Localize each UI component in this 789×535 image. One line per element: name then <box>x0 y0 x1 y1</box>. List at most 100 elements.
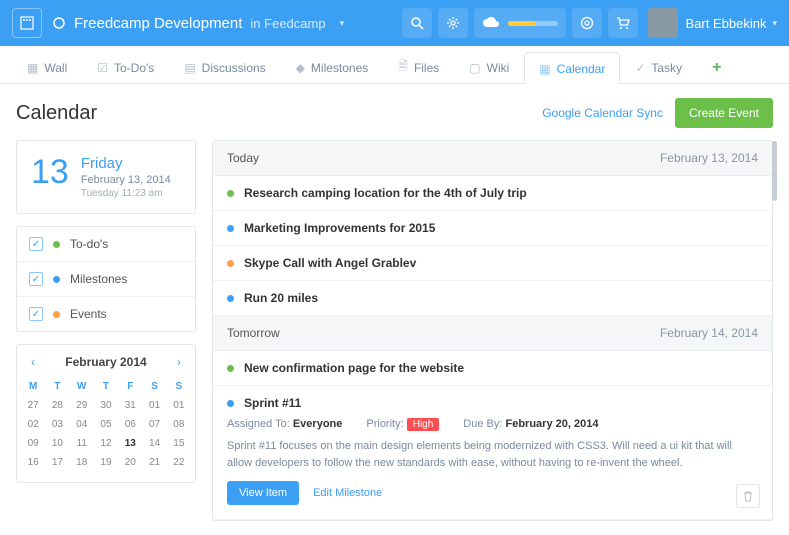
cal-day[interactable]: 19 <box>94 453 118 472</box>
next-month-button[interactable]: › <box>177 355 181 369</box>
cal-day[interactable]: 08 <box>167 415 191 434</box>
event-title: Skype Call with Angel Grablev <box>244 256 416 270</box>
event-item[interactable]: Run 20 miles <box>213 281 772 316</box>
tab-discussions[interactable]: ▤ Discussions <box>169 51 280 83</box>
tab-tasky[interactable]: ✓Tasky <box>620 51 697 83</box>
filter-events[interactable]: ✓Events <box>17 297 195 331</box>
tab-icon: ▤ <box>184 61 195 75</box>
cal-day[interactable]: 09 <box>21 434 45 453</box>
prev-month-button[interactable]: ‹ <box>31 355 35 369</box>
cal-day[interactable]: 14 <box>142 434 166 453</box>
filter-label: To-do's <box>70 237 108 251</box>
cal-day[interactable]: 18 <box>70 453 94 472</box>
cart-icon <box>616 16 630 30</box>
page-title: Calendar <box>16 102 97 125</box>
section-title: Today <box>227 151 259 165</box>
help-button[interactable] <box>572 8 602 38</box>
tab-todos[interactable]: ☑To-Do's <box>82 51 169 83</box>
cal-day[interactable]: 22 <box>167 453 191 472</box>
tab-wiki[interactable]: ▢Wiki <box>454 51 524 83</box>
cal-day[interactable]: 13 <box>118 434 142 453</box>
cal-day[interactable]: 01 <box>167 396 191 415</box>
cal-day[interactable]: 31 <box>118 396 142 415</box>
event-item[interactable]: Marketing Improvements for 2015 <box>213 211 772 246</box>
cal-day[interactable]: 06 <box>118 415 142 434</box>
tab-label: Wall <box>44 61 67 75</box>
cal-day[interactable]: 05 <box>94 415 118 434</box>
event-title: New confirmation page for the website <box>244 361 464 375</box>
section-date: February 14, 2014 <box>660 326 758 340</box>
cal-day[interactable]: 02 <box>21 415 45 434</box>
current-date-card: 13 Friday February 13, 2014 Tuesday 11:2… <box>16 140 196 214</box>
big-day-number: 13 <box>31 155 69 199</box>
cal-day[interactable]: 30 <box>94 396 118 415</box>
cal-day[interactable]: 29 <box>70 396 94 415</box>
event-item[interactable]: New confirmation page for the website <box>213 351 772 386</box>
storage-indicator[interactable] <box>474 8 566 38</box>
cal-day[interactable]: 17 <box>45 453 69 472</box>
google-sync-link[interactable]: Google Calendar Sync <box>542 106 663 120</box>
view-item-button[interactable]: View Item <box>227 481 299 505</box>
tab-calendar[interactable]: ▦Calendar <box>524 52 620 84</box>
cal-day[interactable]: 07 <box>142 415 166 434</box>
cal-day[interactable]: 04 <box>70 415 94 434</box>
filter-milestones[interactable]: ✓Milestones <box>17 262 195 297</box>
workspace-name: in Feedcamp <box>250 16 325 31</box>
cal-day[interactable]: 01 <box>142 396 166 415</box>
tab-wall[interactable]: ▦Wall <box>12 51 82 83</box>
color-dot <box>227 365 234 372</box>
color-dot <box>53 311 60 318</box>
cart-button[interactable] <box>608 8 638 38</box>
tab-icon: ☑ <box>97 61 108 75</box>
cal-day[interactable]: 21 <box>142 453 166 472</box>
checkbox-icon: ✓ <box>29 272 43 286</box>
project-switcher[interactable]: Freedcamp Development in Feedcamp ▾ <box>52 15 344 32</box>
delete-button[interactable] <box>736 484 760 508</box>
edit-milestone-link[interactable]: Edit Milestone <box>313 487 382 499</box>
chevron-down-icon[interactable]: ▾ <box>772 18 777 29</box>
due-by: Due By: February 20, 2014 <box>463 418 598 430</box>
color-dot <box>227 400 234 407</box>
tab-label: Milestones <box>311 61 368 75</box>
priority: Priority: High <box>366 418 439 430</box>
event-item[interactable]: Skype Call with Angel Grablev <box>213 246 772 281</box>
tab-label: Discussions <box>202 61 266 75</box>
cal-day[interactable]: 20 <box>118 453 142 472</box>
tab-milestones[interactable]: ◆Milestones <box>281 51 384 83</box>
user-name: Bart Ebbekink <box>686 16 767 31</box>
tab-icon: ▢ <box>469 61 480 75</box>
cal-day[interactable]: 10 <box>45 434 69 453</box>
page-header: Calendar Google Calendar Sync Create Eve… <box>16 98 773 128</box>
dow-header: M <box>21 377 45 396</box>
cal-day[interactable]: 15 <box>167 434 191 453</box>
add-tab-button[interactable]: + <box>697 51 736 83</box>
tab-icon: 🗎 <box>398 57 408 78</box>
checkbox-icon: ✓ <box>29 307 43 321</box>
create-event-button[interactable]: Create Event <box>675 98 773 128</box>
color-dot <box>227 225 234 232</box>
app-menu-icon[interactable] <box>12 8 42 38</box>
cal-day[interactable]: 03 <box>45 415 69 434</box>
section-header: TomorrowFebruary 14, 2014 <box>213 316 772 351</box>
avatar[interactable] <box>648 8 678 38</box>
dow-header: T <box>45 377 69 396</box>
scrollbar[interactable] <box>772 141 777 201</box>
cal-day[interactable]: 12 <box>94 434 118 453</box>
settings-button[interactable] <box>438 8 468 38</box>
tab-files[interactable]: 🗎 Files <box>383 51 454 83</box>
event-title: Research camping location for the 4th of… <box>244 186 527 200</box>
section-date: February 13, 2014 <box>660 151 758 165</box>
event-item[interactable]: Research camping location for the 4th of… <box>213 176 772 211</box>
cal-day[interactable]: 16 <box>21 453 45 472</box>
tab-label: Files <box>414 61 439 75</box>
cal-day[interactable]: 11 <box>70 434 94 453</box>
color-dot <box>227 295 234 302</box>
full-date: February 13, 2014 <box>81 174 171 186</box>
cal-day[interactable]: 27 <box>21 396 45 415</box>
search-button[interactable] <box>402 8 432 38</box>
filter-todos[interactable]: ✓To-do's <box>17 227 195 262</box>
project-name: Freedcamp Development <box>74 15 242 32</box>
gear-icon <box>446 16 460 30</box>
cal-day[interactable]: 28 <box>45 396 69 415</box>
tab-label: Tasky <box>651 61 682 75</box>
